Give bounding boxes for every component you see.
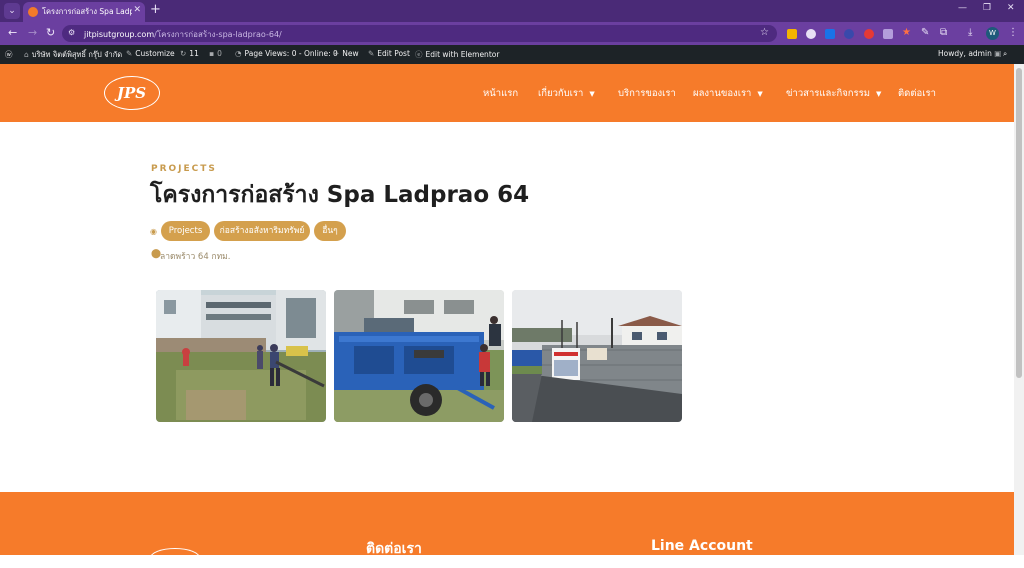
pencil-icon: ✎ — [368, 49, 375, 58]
admin-search-icon[interactable]: ⌕ — [1003, 49, 1007, 59]
category-tag-realestate[interactable]: ก่อสร้างอสังหาริมทรัพย์ — [214, 221, 310, 241]
chart-icon: ◔ — [235, 49, 242, 58]
bookmark-star-icon[interactable]: ☆ — [760, 27, 769, 38]
user-avatar-icon: ▣ — [994, 49, 1002, 58]
project-photo[interactable] — [512, 290, 682, 422]
edit-post-link[interactable]: ✎ Edit Post — [368, 49, 410, 58]
site-header: JPS หน้าแรก เกี่ยวกับเรา ▼ บริการของเรา ผ… — [0, 64, 1014, 122]
pen-icon[interactable]: ✎ — [921, 27, 929, 38]
customize-label: Customize — [135, 49, 175, 58]
category-tag-projects[interactable]: Projects — [161, 221, 210, 241]
home-icon: ⌂ — [24, 50, 29, 59]
customize-link[interactable]: ✎ Customize — [126, 49, 175, 58]
nav-home-label: หน้าแรก — [483, 88, 519, 99]
page-scrollbar[interactable] — [1014, 64, 1024, 555]
tab-close-icon[interactable]: ✕ — [133, 5, 141, 15]
extension-icon[interactable] — [787, 29, 797, 39]
chevron-down-icon: ▼ — [589, 90, 595, 98]
extension-icon[interactable] — [864, 29, 874, 39]
extension-icon[interactable] — [883, 29, 893, 39]
scrollbar-thumb[interactable] — [1016, 68, 1022, 378]
edit-elementor-link[interactable]: ⓔ Edit with Elementor — [415, 49, 499, 60]
category-tag-other[interactable]: อื่นๆ — [314, 221, 346, 241]
extension-star-icon[interactable]: ★ — [902, 27, 911, 38]
nav-projects[interactable]: ผลงานของเรา ▼ — [693, 86, 763, 101]
new-content-link[interactable]: + New — [333, 49, 359, 58]
profile-avatar[interactable]: W — [986, 27, 999, 40]
minimize-icon[interactable]: — — [958, 3, 967, 13]
comments-count: 0 — [217, 49, 222, 58]
brush-icon: ✎ — [126, 49, 133, 58]
browser-tab-active[interactable]: โครงการก่อสร้าง Spa Ladprao 64 ✕ — [23, 2, 145, 22]
chevron-down-icon: ▼ — [757, 90, 763, 98]
tab-search-button[interactable]: ⌄ — [4, 3, 20, 19]
updates-icon: ↻ — [180, 49, 187, 58]
page-title: โครงการก่อสร้าง Spa Ladprao 64 — [150, 182, 530, 208]
edit-post-label: Edit Post — [377, 49, 410, 58]
project-photo[interactable] — [156, 290, 326, 422]
chrome-menu-icon[interactable]: ⋮ — [1008, 27, 1018, 38]
project-location: ลาดพร้าว 64 กทม. — [160, 252, 231, 262]
chevron-down-icon: ▼ — [875, 90, 882, 98]
admin-site-name[interactable]: ⌂ บริษัท จิตต์พิสุทธิ์ กรุ๊ป จำกัด — [24, 49, 122, 61]
site-info-icon[interactable]: ⚙ — [68, 28, 75, 37]
page-views-label: Page Views: 0 - Online: 0 — [244, 49, 338, 58]
updates-link[interactable]: ↻ 11 — [180, 49, 199, 58]
wp-admin-bar: ⓦ ⌂ บริษัท จิตต์พิสุทธิ์ กรุ๊ป จำกัด ✎ Cus… — [0, 45, 1024, 64]
nav-projects-label: ผลงานของเรา — [693, 88, 752, 99]
extension-icon[interactable] — [844, 29, 854, 39]
nav-news-label: ข่าวสารและกิจกรรม — [786, 88, 870, 99]
project-photo-image — [512, 290, 682, 422]
nav-about[interactable]: เกี่ยวกับเรา ▼ — [538, 86, 595, 101]
comment-icon: ▪ — [209, 49, 215, 58]
plus-icon: + — [333, 49, 340, 58]
reload-icon[interactable]: ↻ — [46, 26, 55, 39]
wordpress-logo-icon[interactable]: ⓦ — [5, 49, 13, 60]
new-tab-button[interactable]: + — [150, 2, 161, 17]
url-text: jitpisutgroup.com/โครงการก่อสร้าง-spa-la… — [84, 28, 282, 41]
address-bar[interactable]: ⚙ jitpisutgroup.com/โครงการก่อสร้าง-spa-… — [62, 25, 777, 42]
logo-text: JPS — [116, 84, 147, 102]
nav-news[interactable]: ข่าวสารและกิจกรรม ▼ — [786, 86, 881, 101]
section-kicker: PROJECTS — [151, 164, 217, 174]
forward-icon[interactable]: → — [28, 26, 37, 39]
url-host: jitpisutgroup.com — [84, 30, 155, 39]
howdy-account[interactable]: Howdy, admin ▣ — [938, 49, 1004, 58]
url-path: /โครงการก่อสร้าง-spa-ladprao-64/ — [154, 30, 282, 39]
site-name-label: บริษัท จิตต์พิสุทธิ์ กรุ๊ป จำกัด — [31, 50, 123, 59]
elementor-icon: ⓔ — [415, 50, 423, 59]
nav-services[interactable]: บริการของเรา — [618, 86, 676, 101]
nav-services-label: บริการของเรา — [618, 88, 676, 99]
comments-link[interactable]: ▪ 0 — [209, 49, 222, 58]
new-label: New — [342, 49, 359, 58]
extension-icon[interactable] — [825, 29, 835, 39]
project-photo-image — [156, 290, 326, 422]
howdy-label: Howdy, admin — [938, 49, 992, 58]
updates-count: 11 — [189, 49, 199, 58]
nav-contact[interactable]: ติดต่อเรา — [898, 86, 936, 101]
footer-line-heading: Line Account — [651, 538, 753, 554]
download-icon[interactable]: ⤓ — [968, 27, 972, 38]
category-icon: ◉ — [150, 227, 157, 236]
page-views-link[interactable]: ◔ Page Views: 0 - Online: 0 — [235, 49, 338, 58]
footer-contact-heading: ติดต่อเรา — [366, 541, 422, 557]
extension-icon[interactable] — [806, 29, 816, 39]
nav-contact-label: ติดต่อเรา — [898, 88, 936, 99]
project-photo-image — [334, 290, 504, 422]
tab-title: โครงการก่อสร้าง Spa Ladprao 64 — [42, 7, 132, 16]
restore-icon[interactable]: ❐ — [983, 3, 991, 13]
browser-toolbar: ← → ↻ ⚙ jitpisutgroup.com/โครงการก่อสร้า… — [0, 22, 1024, 45]
extensions-puzzle-icon[interactable]: ⧉ — [940, 27, 947, 38]
edit-elementor-label: Edit with Elementor — [425, 50, 500, 59]
site-logo[interactable]: JPS — [104, 76, 160, 110]
window-close-icon[interactable]: ✕ — [1007, 3, 1015, 13]
nav-about-label: เกี่ยวกับเรา — [538, 88, 584, 99]
nav-home[interactable]: หน้าแรก — [483, 86, 518, 101]
back-icon[interactable]: ← — [8, 26, 17, 39]
project-photo[interactable] — [334, 290, 504, 422]
site-favicon-icon — [28, 7, 38, 17]
browser-tab-strip: ⌄ โครงการก่อสร้าง Spa Ladprao 64 ✕ + — ❐… — [0, 0, 1024, 22]
footer-logo[interactable] — [150, 548, 200, 568]
site-footer: ติดต่อเรา Line Account — [0, 492, 1014, 568]
